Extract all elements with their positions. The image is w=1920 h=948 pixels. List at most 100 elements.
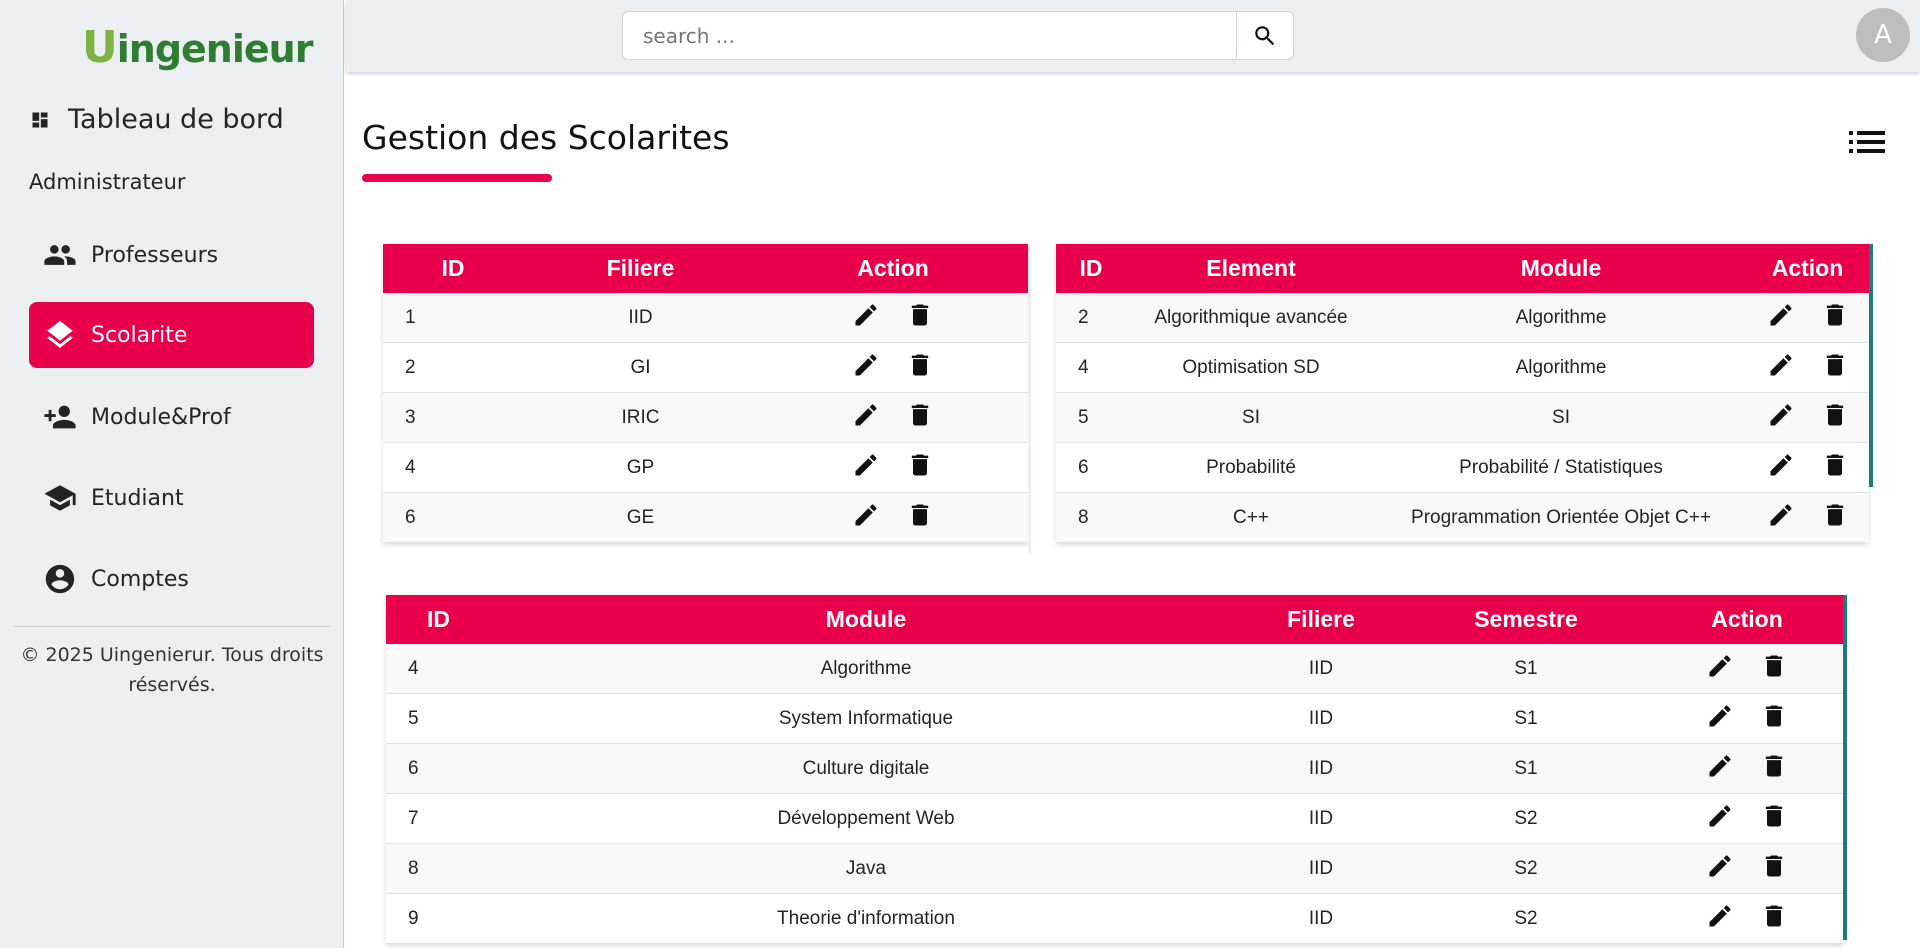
cell-element: Probabilité — [1126, 442, 1376, 493]
edit-icon[interactable] — [852, 301, 880, 329]
cell-actions — [1746, 492, 1869, 543]
delete-icon[interactable] — [1821, 451, 1849, 479]
delete-icon[interactable] — [1760, 902, 1788, 930]
sidebar-divider — [14, 626, 330, 627]
elements-table-scrollbar[interactable] — [1869, 244, 1873, 487]
delete-icon[interactable] — [1760, 802, 1788, 830]
app-logo[interactable]: Uingenieur — [82, 22, 313, 73]
layers-icon — [47, 320, 73, 348]
delete-icon[interactable] — [1760, 752, 1788, 780]
cell-semestre: S1 — [1401, 644, 1651, 694]
edit-icon[interactable] — [1767, 501, 1795, 529]
row-actions — [1706, 652, 1788, 680]
cell-semestre: S2 — [1401, 893, 1651, 944]
table-row: 4 GP — [383, 442, 1028, 493]
search-button[interactable] — [1236, 11, 1294, 60]
delete-icon[interactable] — [906, 351, 934, 379]
edit-icon[interactable] — [1767, 351, 1795, 379]
cell-id: 9 — [386, 893, 491, 944]
table-row: 2 Algorithmique avancée Algorithme — [1056, 293, 1869, 343]
edit-icon[interactable] — [1706, 902, 1734, 930]
cell-actions — [758, 293, 1028, 343]
column-header-filiere: Filiere — [523, 244, 758, 293]
cell-filiere: IID — [1241, 893, 1401, 944]
cell-filiere: GI — [523, 342, 758, 393]
search-input[interactable] — [622, 11, 1237, 60]
edit-icon[interactable] — [1706, 702, 1734, 730]
cell-actions — [1651, 793, 1843, 844]
cell-module: Java — [491, 843, 1241, 894]
edit-icon[interactable] — [1706, 802, 1734, 830]
cell-filiere: IID — [1241, 743, 1401, 794]
table-row: 6 Probabilité Probabilité / Statistiques — [1056, 442, 1869, 493]
cell-module: Programmation Orientée Objet C++ — [1376, 492, 1746, 543]
delete-icon[interactable] — [906, 301, 934, 329]
edit-icon[interactable] — [852, 401, 880, 429]
cell-semestre: S1 — [1401, 693, 1651, 744]
table-row: 8 Java IID S2 — [386, 843, 1843, 894]
delete-icon[interactable] — [1760, 702, 1788, 730]
column-header-id: ID — [383, 244, 523, 293]
table-row: 5 System Informatique IID S1 — [386, 693, 1843, 744]
edit-icon[interactable] — [1767, 401, 1795, 429]
cell-id: 8 — [1056, 492, 1126, 543]
row-actions — [1767, 451, 1849, 479]
delete-icon[interactable] — [1760, 852, 1788, 880]
cell-filiere: IID — [523, 293, 758, 343]
column-header-filiere: Filiere — [1241, 595, 1401, 644]
row-actions — [852, 351, 934, 379]
cell-actions — [1651, 893, 1843, 944]
avatar[interactable]: A — [1856, 8, 1910, 62]
school-icon — [44, 485, 76, 511]
edit-icon[interactable] — [1767, 451, 1795, 479]
delete-icon[interactable] — [1821, 351, 1849, 379]
elements-table: ID Element Module Action 2 Algorithmique … — [1056, 244, 1869, 543]
edit-icon[interactable] — [852, 351, 880, 379]
sidebar-item-comptes[interactable]: Comptes — [29, 546, 314, 612]
cell-id: 6 — [386, 743, 491, 794]
logo-mark: U — [82, 22, 118, 73]
delete-icon[interactable] — [1821, 401, 1849, 429]
modules-table-scrollbar[interactable] — [1843, 595, 1847, 940]
edit-icon[interactable] — [1706, 752, 1734, 780]
sidebar-item-label: Module&Prof — [91, 404, 231, 430]
cell-element: Optimisation SD — [1126, 342, 1376, 393]
edit-icon[interactable] — [1767, 301, 1795, 329]
row-actions — [1706, 702, 1788, 730]
edit-icon[interactable] — [1706, 652, 1734, 680]
cell-id: 5 — [386, 693, 491, 744]
cell-actions — [758, 342, 1028, 393]
delete-icon[interactable] — [1821, 501, 1849, 529]
list-view-icon[interactable] — [1849, 128, 1885, 156]
edit-icon[interactable] — [852, 451, 880, 479]
sidebar-item-professeurs[interactable]: Professeurs — [29, 222, 314, 288]
cell-module: Culture digitale — [491, 743, 1241, 794]
delete-icon[interactable] — [1760, 652, 1788, 680]
cell-id: 2 — [1056, 293, 1126, 343]
edit-icon[interactable] — [852, 501, 880, 529]
cell-module: Développement Web — [491, 793, 1241, 844]
sidebar-item-etudiant[interactable]: Etudiant — [29, 465, 314, 531]
column-header-id: ID — [1056, 244, 1126, 293]
sidebar-item-module-prof[interactable]: Module&Prof — [29, 384, 314, 450]
cell-semestre: S1 — [1401, 743, 1651, 794]
cell-module: SI — [1376, 392, 1746, 443]
delete-icon[interactable] — [906, 501, 934, 529]
delete-icon[interactable] — [1821, 301, 1849, 329]
search-icon — [1255, 25, 1275, 45]
cell-id: 3 — [383, 392, 523, 443]
delete-icon[interactable] — [906, 401, 934, 429]
row-actions — [1706, 902, 1788, 930]
edit-icon[interactable] — [1706, 852, 1734, 880]
delete-icon[interactable] — [906, 451, 934, 479]
table-edge — [1028, 244, 1031, 554]
sidebar-item-scolarite[interactable]: Scolarite — [29, 302, 314, 368]
dashboard-link[interactable]: Tableau de bord — [30, 104, 284, 135]
row-actions — [1767, 301, 1849, 329]
table-header-row: ID Module Filiere Semestre Action — [386, 595, 1843, 644]
cell-element: Algorithmique avancée — [1126, 293, 1376, 343]
account-circle-icon — [45, 564, 75, 594]
cell-id: 6 — [383, 492, 523, 543]
cell-id: 4 — [386, 644, 491, 694]
cell-actions — [1746, 392, 1869, 443]
